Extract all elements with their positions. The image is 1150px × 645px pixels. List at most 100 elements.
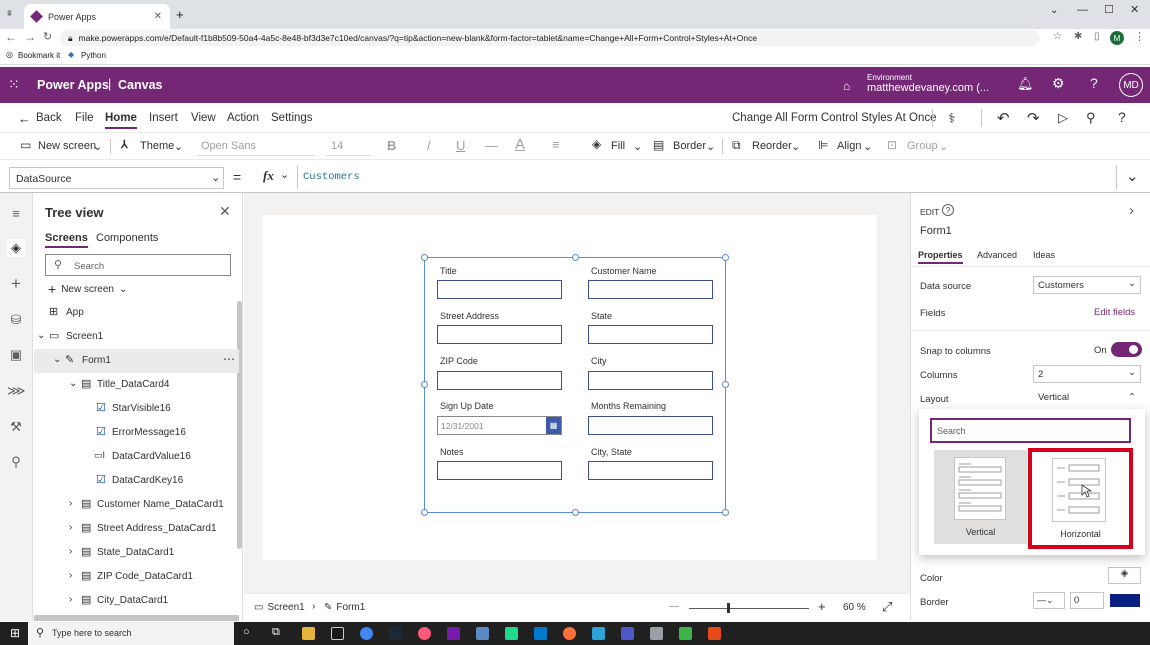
fx-button[interactable]: fx	[263, 168, 274, 184]
back-button[interactable]: Back	[36, 112, 62, 124]
border-color-swatch[interactable]	[1110, 594, 1140, 607]
tree-item-form[interactable]: ⌄ ✎ Form1 ⋯	[34, 349, 239, 373]
menu-home[interactable]: Home	[105, 112, 137, 129]
tree-item-datacard[interactable]: ⌄ ▤ Title_DataCard4	[34, 373, 239, 397]
steam-icon[interactable]	[389, 627, 402, 640]
snap-to-columns-toggle[interactable]	[1111, 342, 1142, 357]
breadcrumb-screen[interactable]: ▭ Screen1	[254, 602, 305, 613]
tab-ideas[interactable]: Ideas	[1033, 250, 1055, 260]
cortana-icon[interactable]: ○	[243, 626, 250, 638]
font-family-dropdown[interactable]: Open Sans	[196, 137, 316, 156]
resize-handle[interactable]	[421, 381, 428, 388]
fit-to-window-icon[interactable]: ⤢	[882, 599, 892, 615]
reorder-button[interactable]: Reorder	[752, 140, 792, 152]
tree-item-datacard[interactable]: › ▤ Customer Name_DataCard1	[34, 493, 239, 517]
browser-tab[interactable]: Power Apps ✕	[24, 4, 170, 29]
property-dropdown[interactable]: DataSource ⌄	[9, 167, 224, 189]
menu-action[interactable]: Action	[227, 112, 259, 124]
chevron-down-icon[interactable]: ⌄	[939, 140, 948, 153]
tab-screens[interactable]: Screens	[45, 232, 88, 248]
app-screen[interactable]: Title Customer Name Street Address State…	[262, 215, 877, 560]
form-control[interactable]: Title Customer Name Street Address State…	[421, 254, 729, 516]
gear-icon[interactable]: ⚙	[1052, 75, 1065, 92]
tab-properties[interactable]: Properties	[918, 250, 963, 264]
theme-button[interactable]: Theme	[140, 140, 174, 152]
tab-advanced[interactable]: Advanced	[977, 250, 1017, 260]
tools-icon[interactable]: ⚒	[7, 418, 25, 436]
chevron-right-icon[interactable]: ›	[69, 522, 72, 533]
minimize-icon[interactable]: —	[1077, 4, 1088, 16]
calendar-icon[interactable]: ▦	[546, 417, 561, 434]
maximize-icon[interactable]: ☐	[1104, 3, 1114, 16]
chevron-right-icon[interactable]: ›	[69, 570, 72, 581]
zoom-in-button[interactable]: +	[818, 599, 826, 614]
state-input[interactable]	[588, 325, 713, 344]
align-button[interactable]: Align	[837, 140, 861, 152]
edit-fields-link[interactable]: Edit fields	[1094, 307, 1135, 318]
fill-button[interactable]: Fill	[611, 140, 625, 152]
help-icon[interactable]: ?	[1118, 109, 1126, 125]
reload-icon[interactable]: ↻	[43, 30, 52, 43]
new-screen-button[interactable]: New screen	[38, 140, 96, 152]
help-icon[interactable]: ?	[1090, 75, 1098, 91]
city-input[interactable]	[588, 371, 713, 390]
resize-handle[interactable]	[722, 254, 729, 261]
app-icon[interactable]	[592, 627, 605, 640]
new-tab-icon[interactable]: +	[176, 7, 184, 22]
chevron-down-icon[interactable]: ⌄	[174, 140, 183, 153]
menu-settings[interactable]: Settings	[271, 112, 313, 124]
chrome-icon[interactable]	[360, 627, 373, 640]
chevron-down-icon[interactable]: ⌄	[863, 140, 872, 153]
columns-dropdown[interactable]: 2 ⌄	[1033, 365, 1141, 383]
back-arrow-icon[interactable]: ←	[18, 111, 31, 126]
resize-handle[interactable]	[722, 381, 729, 388]
terminal-icon[interactable]	[331, 627, 344, 640]
redo-icon[interactable]: ↷	[1027, 109, 1040, 127]
more-options-icon[interactable]: ⋯	[223, 352, 235, 366]
vscode-icon[interactable]	[534, 627, 547, 640]
font-color-button[interactable]: A	[515, 136, 525, 153]
app-launcher-icon[interactable]: ⁙	[8, 76, 20, 93]
chevron-right-icon[interactable]: ›	[69, 546, 72, 557]
menu-insert[interactable]: Insert	[149, 112, 178, 124]
task-view-icon[interactable]: ⧉	[272, 626, 280, 639]
itunes-icon[interactable]	[418, 627, 431, 640]
breadcrumb-form[interactable]: ✎ Form1	[324, 602, 365, 613]
user-share-icon[interactable]: ⚲	[1086, 110, 1096, 126]
color-picker[interactable]: ◈	[1108, 567, 1141, 584]
zoom-out-button[interactable]: —	[669, 601, 679, 612]
layout-option-vertical[interactable]: Vertical	[934, 450, 1027, 544]
layout-option-horizontal[interactable]: Horizontal	[1028, 448, 1133, 549]
app-name[interactable]: Change All Form Control Styles At Once	[732, 112, 937, 124]
close-icon[interactable]: ✕	[154, 11, 162, 22]
bell-icon[interactable]: 🔔︎	[1017, 76, 1034, 92]
close-icon[interactable]: ✕	[219, 203, 231, 220]
teams-icon[interactable]	[621, 627, 634, 640]
layout-search-input[interactable]: Search	[930, 418, 1131, 443]
tree-item-control[interactable]: ☑ StarVisible16	[34, 397, 239, 421]
chevron-down-icon[interactable]: ⌄	[37, 330, 45, 341]
undo-icon[interactable]: ↶	[997, 109, 1010, 127]
file-explorer-icon[interactable]	[302, 627, 315, 640]
extensions-icon[interactable]: ✱	[1074, 31, 1082, 42]
customer-name-input[interactable]	[588, 280, 713, 299]
hamburger-icon[interactable]: ≡	[7, 205, 25, 223]
play-icon[interactable]: ▷	[1058, 110, 1068, 126]
tree-item-control[interactable]: ☑ DataCardKey16	[34, 469, 239, 493]
layers-icon[interactable]: ◈	[7, 239, 25, 257]
new-screen-button[interactable]: + New screen ⌄	[48, 281, 127, 297]
tree-item-control[interactable]: ☑ ErrorMessage16	[34, 421, 239, 445]
tree-item-datacard[interactable]: › ▤ State_DataCard1	[34, 541, 239, 565]
chevron-down-icon[interactable]: ⌄	[633, 140, 642, 153]
tree-item-screen[interactable]: ⌄ ▭ Screen1	[34, 325, 239, 349]
chevron-down-icon[interactable]: ⌄	[280, 168, 289, 181]
zip-code-input[interactable]	[437, 371, 562, 390]
font-size-dropdown[interactable]: 14	[326, 137, 372, 156]
media-icon[interactable]: ▣	[7, 346, 25, 364]
tree-item-control[interactable]: ▭I DataCardValue16	[34, 445, 239, 469]
resize-handle[interactable]	[572, 254, 579, 261]
zoom-slider-thumb[interactable]	[727, 603, 730, 613]
environment-picker[interactable]: Environment matthewdevaney.com (...	[867, 72, 989, 94]
zoom-slider[interactable]	[689, 603, 809, 613]
chevron-right-icon[interactable]: ›	[69, 498, 72, 509]
